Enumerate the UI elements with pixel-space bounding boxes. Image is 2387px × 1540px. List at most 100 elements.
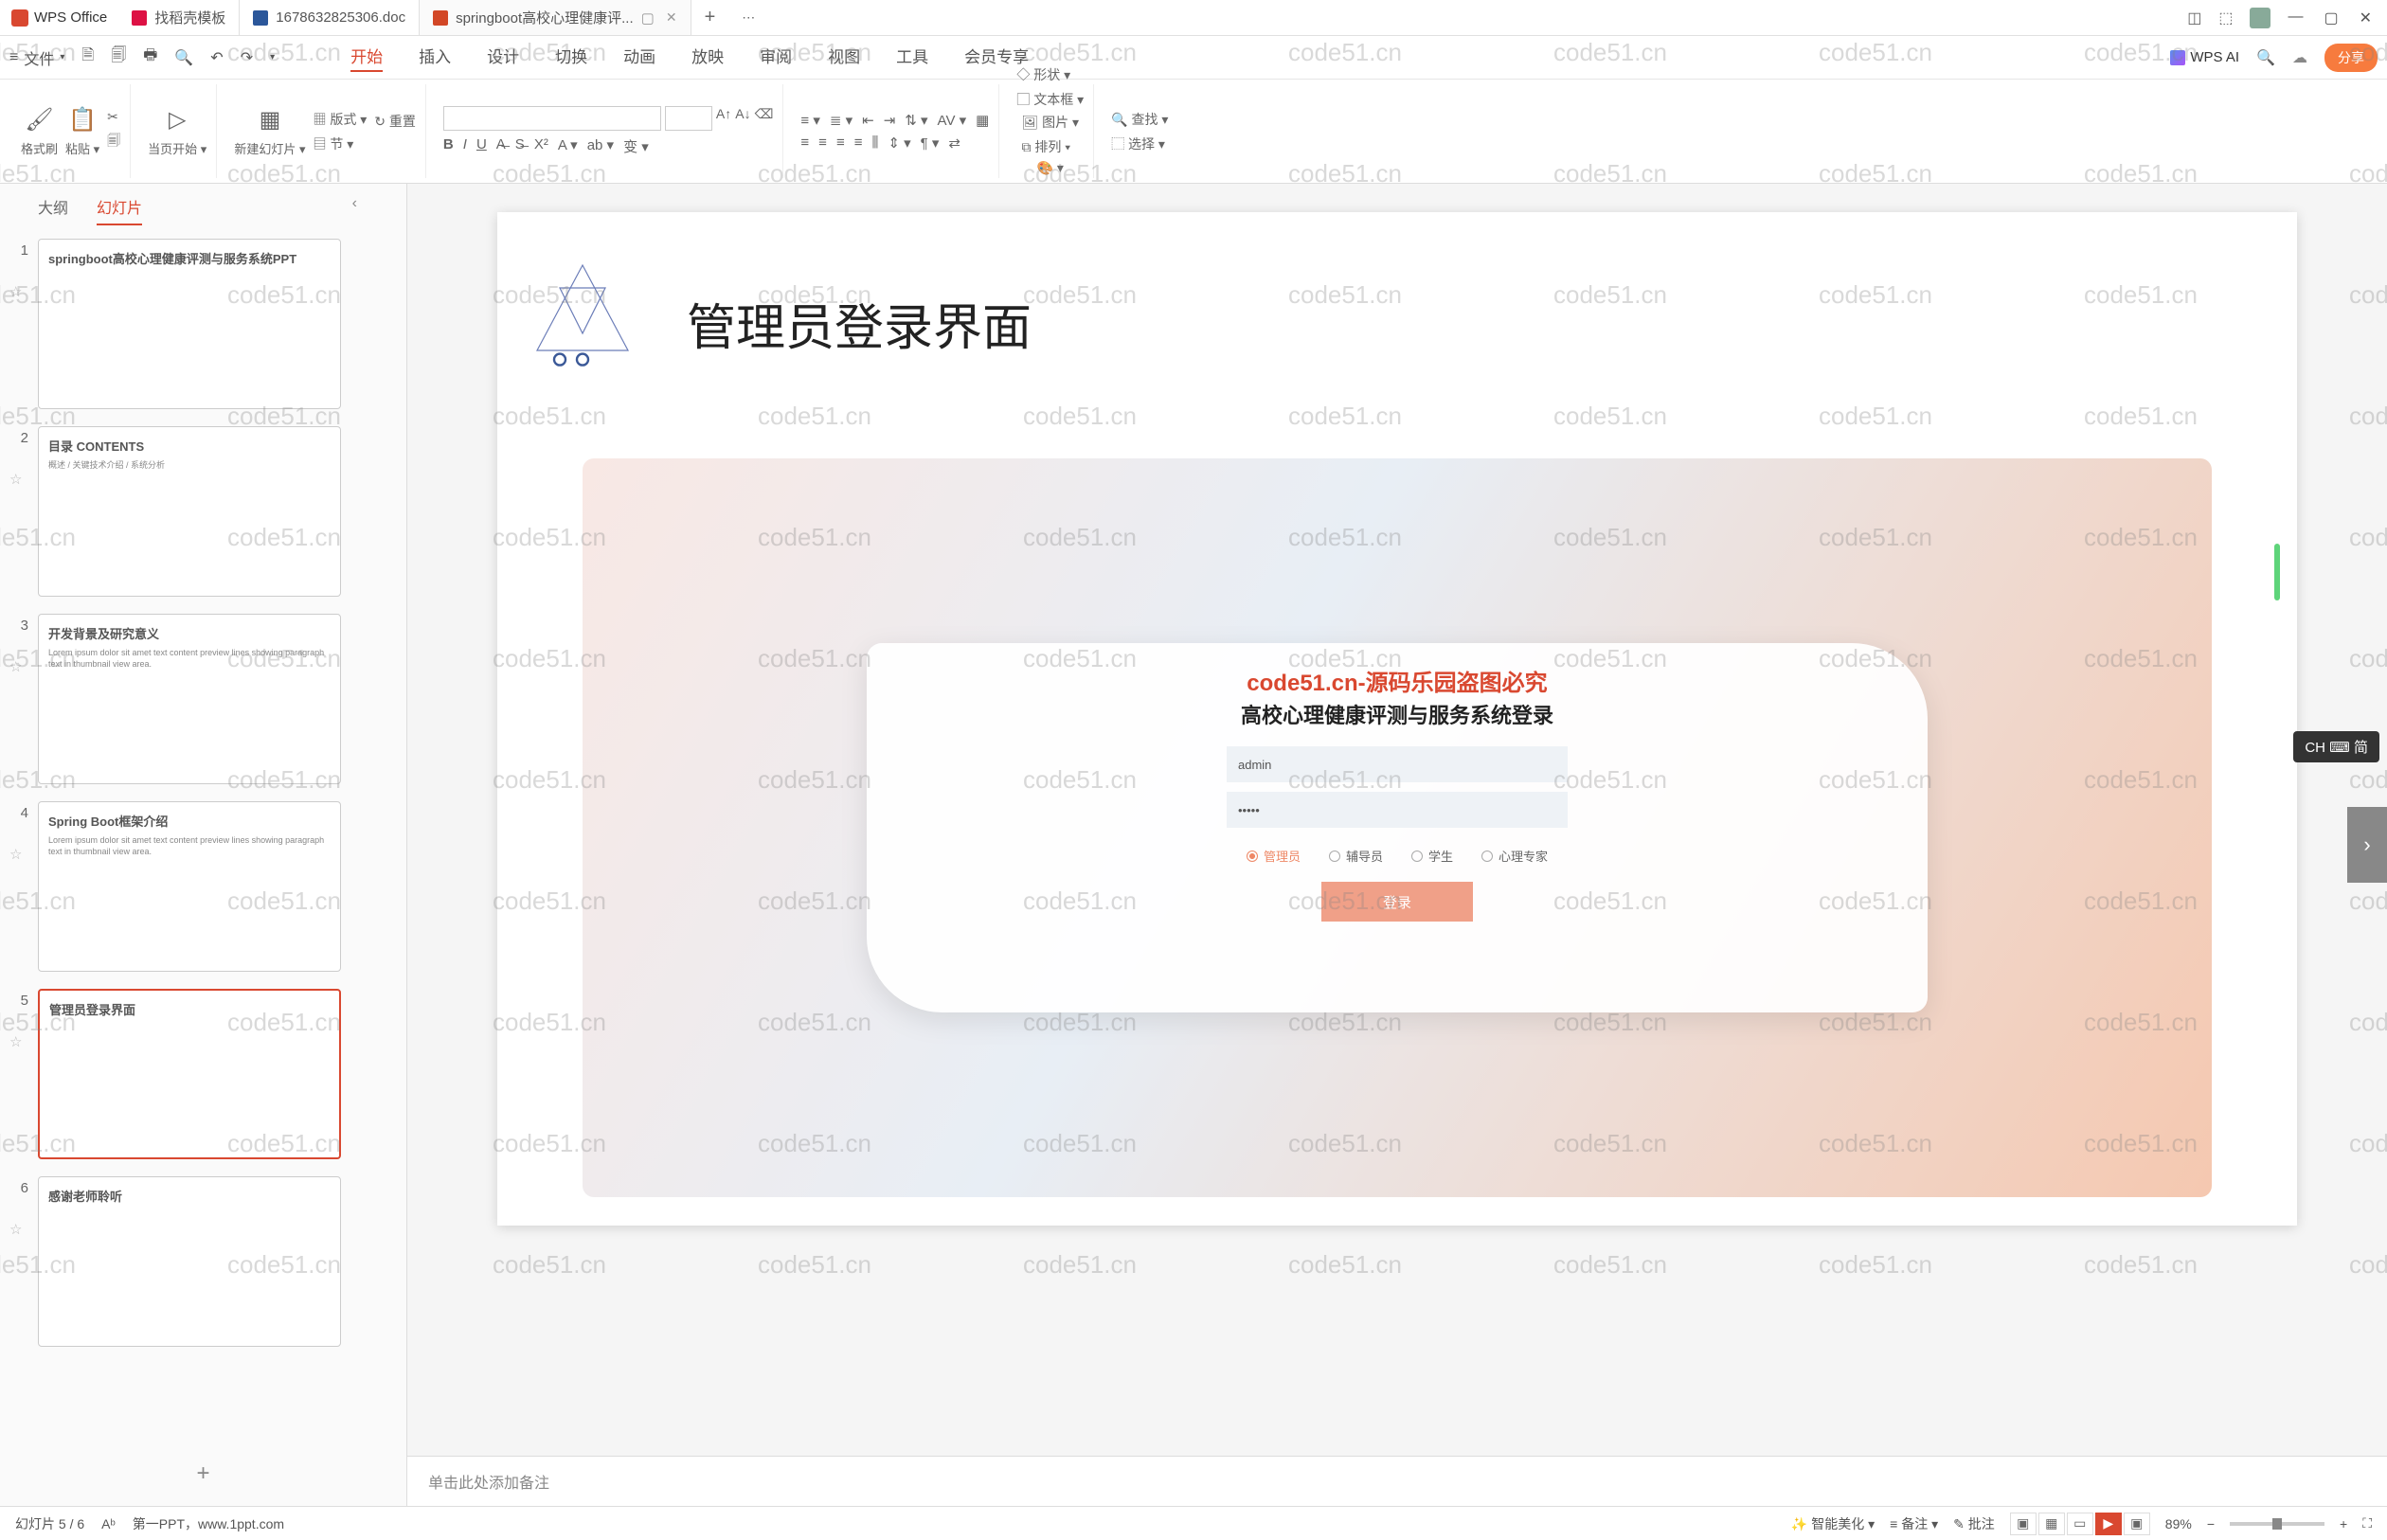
italic-button[interactable]: I — [463, 136, 467, 156]
maximize-button[interactable]: ▢ — [2324, 9, 2338, 27]
tab-add-button[interactable]: + — [691, 7, 729, 28]
menu-tab-0[interactable]: 开始 — [350, 44, 383, 72]
menu-tab-8[interactable]: 工具 — [896, 44, 928, 72]
notes-area[interactable]: 单击此处添加备注 — [407, 1456, 2387, 1506]
role-2[interactable]: 学生 — [1411, 847, 1453, 865]
menu-tab-5[interactable]: 放映 — [691, 44, 724, 72]
sorter-view-button[interactable]: ▦ — [2038, 1513, 2065, 1535]
notes-button[interactable]: ≡ 备注 ▾ — [1890, 1514, 1938, 1533]
paste-button[interactable]: 粘贴 ▾ — [65, 139, 99, 157]
bold-button[interactable]: B — [443, 136, 454, 156]
clear-format-icon[interactable]: ⌫ — [755, 106, 774, 131]
numbering-button[interactable]: ≣ ▾ — [830, 112, 852, 129]
preview-icon[interactable]: 🔍 — [174, 48, 193, 67]
layout-button[interactable]: ▦ 版式 ▾ — [313, 110, 367, 129]
review-button[interactable]: ✎ 批注 — [1953, 1514, 1995, 1533]
line-spacing-button[interactable]: ⇕ ▾ — [888, 134, 910, 152]
star-icon[interactable]: ☆ — [9, 259, 28, 300]
slide-thumbnail[interactable]: 开发背景及研究意义Lorem ipsum dolor sit amet text… — [38, 614, 341, 784]
panel-icon[interactable]: ◫ — [2187, 9, 2201, 27]
zoom-slider[interactable] — [2230, 1522, 2324, 1526]
slides-tab[interactable]: 幻灯片 — [97, 195, 142, 225]
normal-view-button[interactable]: ▣ — [2010, 1513, 2037, 1535]
slide-thumbnail[interactable]: Spring Boot框架介绍Lorem ipsum dolor sit ame… — [38, 801, 341, 972]
share-button[interactable]: 分享 — [2324, 44, 2378, 72]
align-right-button[interactable]: ≡ — [836, 134, 845, 152]
font-color-button[interactable]: A ▾ — [558, 136, 578, 156]
tab-ppt[interactable]: springboot高校心理健康评... ▢ ✕ — [420, 0, 691, 35]
reading-view-button[interactable]: ▭ — [2067, 1513, 2093, 1535]
picture-button[interactable]: 🖼 图片 ▾ — [1021, 113, 1079, 132]
redo-icon[interactable]: ↷ — [241, 48, 253, 67]
beautify-button[interactable]: ✨ 智能美化 ▾ — [1791, 1514, 1875, 1533]
zoom-out-button[interactable]: − — [2207, 1516, 2215, 1531]
textbox-button[interactable]: ▢ 文本框 ▾ — [1016, 90, 1084, 109]
password-input[interactable] — [1227, 792, 1568, 828]
sidebar-collapse-icon[interactable]: ‹ — [352, 195, 357, 225]
star-icon[interactable]: ☆ — [9, 634, 28, 675]
indent-inc-button[interactable]: ⇥ — [884, 112, 896, 129]
wps-ai-button[interactable]: WPS AI — [2170, 49, 2239, 65]
char-spacing-button[interactable]: AV ▾ — [938, 112, 967, 129]
strike-button[interactable]: A̶ — [496, 136, 506, 156]
outline-tab[interactable]: 大纲 — [38, 195, 68, 225]
new-slide-button[interactable]: 新建幻灯片 ▾ — [234, 139, 305, 157]
copy-icon[interactable]: 🗐 — [107, 131, 120, 153]
add-slide-button[interactable]: + — [0, 1442, 406, 1506]
start-current-button[interactable]: 当页开始 ▾ — [148, 139, 206, 157]
cut-icon[interactable]: ✂ — [107, 109, 120, 125]
star-icon[interactable]: ☆ — [9, 821, 28, 863]
rtl-button[interactable]: ⇄ — [948, 134, 960, 152]
zoom-value[interactable]: 89% — [2165, 1516, 2192, 1531]
fit-button[interactable]: ⛶ — [2362, 1515, 2372, 1531]
minimize-button[interactable]: — — [2288, 9, 2303, 27]
menu-tab-1[interactable]: 插入 — [419, 44, 451, 72]
menu-icon[interactable]: ≡ — [9, 49, 18, 66]
cloud-icon[interactable]: ☁ — [2292, 48, 2307, 67]
slide-thumbnail[interactable]: 感谢老师聆听 — [38, 1176, 341, 1347]
highlight-button[interactable]: ab ▾ — [587, 136, 614, 156]
tab-more-button[interactable]: ⋯ — [728, 9, 768, 26]
role-1[interactable]: 辅导员 — [1329, 847, 1383, 865]
next-slide-button[interactable]: › — [2347, 807, 2387, 883]
para-spacing-button[interactable]: ¶ ▾ — [921, 134, 940, 152]
paste-icon[interactable]: 📋 — [68, 106, 97, 134]
slide-thumbnail[interactable]: springboot高校心理健康评测与服务系统PPT — [38, 239, 341, 409]
zoom-in-button[interactable]: + — [2340, 1516, 2347, 1531]
align-left-button[interactable]: ≡ — [800, 134, 809, 152]
tab-close-icon[interactable]: ✕ — [666, 9, 677, 26]
font-inc-icon[interactable]: A↑ — [716, 106, 731, 131]
menu-tab-4[interactable]: 动画 — [623, 44, 655, 72]
font-size-input[interactable] — [665, 106, 712, 131]
super-button[interactable]: X² — [534, 136, 548, 156]
file-dropdown-icon[interactable]: ▾ — [60, 52, 64, 63]
font-name-input[interactable] — [443, 106, 661, 131]
arrange-button[interactable]: ⧉ 排列 ▾ — [1021, 137, 1079, 156]
role-0[interactable]: 管理员 — [1247, 847, 1301, 865]
qat-dropdown-icon[interactable]: ▾ — [270, 52, 275, 63]
section-button[interactable]: ▤ 节 ▾ — [313, 134, 367, 153]
underline-button[interactable]: U — [476, 136, 487, 156]
align-center-button[interactable]: ≡ — [818, 134, 827, 152]
bullets-button[interactable]: ≡ ▾ — [800, 112, 819, 129]
play-icon[interactable]: ▷ — [169, 106, 186, 134]
export-icon[interactable]: 🗐 — [111, 45, 126, 70]
role-3[interactable]: 心理专家 — [1481, 847, 1548, 865]
slide-thumbnail[interactable]: 目录 CONTENTS概述 / 关键技术介绍 / 系统分析 — [38, 426, 341, 597]
font-dec-icon[interactable]: A↓ — [735, 106, 750, 131]
slide-thumbnail[interactable]: 管理员登录界面 — [38, 989, 341, 1159]
shape-button[interactable]: ◇ 形状 ▾ — [1016, 65, 1084, 84]
cube-icon[interactable]: ⬚ — [2218, 9, 2233, 27]
tab-doc[interactable]: 1678632825306.doc — [240, 0, 420, 35]
strike2-button[interactable]: S̶ — [515, 136, 525, 156]
print-icon[interactable]: 🖶 — [143, 45, 157, 70]
search-icon[interactable]: 🔍 — [2256, 48, 2275, 67]
slide-canvas[interactable]: 管理员登录界面 code51.cn-源码乐园盗图必究 高校心理健康评测与服务系统… — [497, 212, 2297, 1226]
menu-tab-7[interactable]: 视图 — [828, 44, 860, 72]
presenter-view-button[interactable]: ▣ — [2124, 1513, 2150, 1535]
file-menu[interactable]: 文件 — [24, 46, 54, 69]
text-dir-button[interactable]: ⇅ ▾ — [905, 112, 927, 129]
username-input[interactable] — [1227, 746, 1568, 782]
find-button[interactable]: 🔍 查找 ▾ — [1111, 110, 1168, 129]
fill-button[interactable]: 🎨 ▾ — [1037, 160, 1064, 176]
